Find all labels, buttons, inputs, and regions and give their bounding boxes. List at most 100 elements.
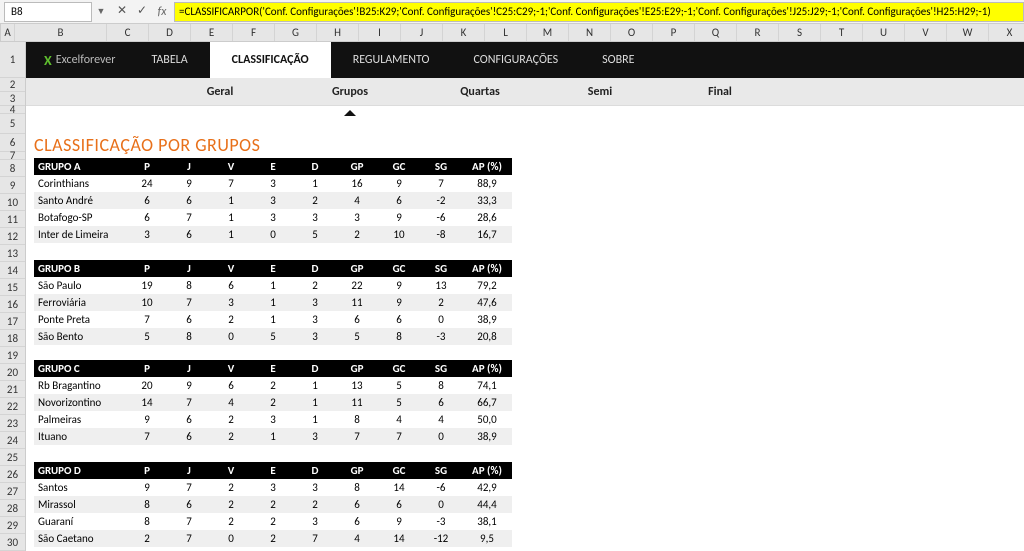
column-header[interactable]: P: [653, 24, 695, 41]
row-header[interactable]: 2: [0, 78, 25, 92]
nav-tab[interactable]: SOBRE: [580, 42, 656, 78]
column-header[interactable]: I: [359, 24, 401, 41]
row-header[interactable]: 9: [0, 177, 25, 194]
column-header[interactable]: T: [821, 24, 863, 41]
column-header[interactable]: J: [401, 24, 443, 41]
nav-tab[interactable]: REGULAMENTO: [331, 42, 452, 78]
column-header[interactable]: X: [989, 24, 1024, 41]
nav-tab[interactable]: TABELA: [129, 42, 209, 78]
formula-input[interactable]: =CLASSIFICARPOR('Conf. Configurações'!B2…: [174, 2, 1024, 22]
table-row: Ponte Preta7621366038,9: [34, 311, 512, 328]
row-header[interactable]: 28: [0, 500, 25, 517]
stat-cell: 4: [336, 530, 378, 547]
row-header[interactable]: 26: [0, 466, 25, 483]
column-header[interactable]: S: [779, 24, 821, 41]
nav-tab[interactable]: CLASSIFICAÇÃO: [210, 42, 331, 78]
sub-nav-item[interactable]: Quartas: [420, 78, 540, 106]
row-header[interactable]: 24: [0, 432, 25, 449]
row-header[interactable]: 15: [0, 279, 25, 296]
row-header[interactable]: 8: [0, 160, 25, 177]
stat-cell: 6: [378, 496, 420, 513]
column-header[interactable]: V: [905, 24, 947, 41]
stat-cell: 7: [294, 530, 336, 547]
column-header[interactable]: G: [275, 24, 317, 41]
stat-cell: 2: [210, 311, 252, 328]
row-header[interactable]: 17: [0, 313, 25, 330]
sub-nav-item[interactable]: Final: [660, 78, 780, 106]
stat-cell: 6: [336, 496, 378, 513]
sub-nav-item[interactable]: Grupos: [290, 78, 410, 106]
column-header[interactable]: C: [107, 24, 149, 41]
stat-header: AP (%): [462, 360, 512, 377]
column-header[interactable]: L: [485, 24, 527, 41]
row-header[interactable]: 18: [0, 330, 25, 347]
stat-cell: 6: [378, 192, 420, 209]
column-header[interactable]: M: [527, 24, 569, 41]
stat-cell: 6: [210, 277, 252, 294]
row-header[interactable]: 11: [0, 211, 25, 228]
row-header[interactable]: 14: [0, 262, 25, 279]
sub-nav-item[interactable]: Semi: [540, 78, 660, 106]
stat-header: GP: [336, 158, 378, 175]
stat-cell: 1: [294, 394, 336, 411]
nav-tab[interactable]: CONFIGURAÇÕES: [452, 42, 581, 78]
column-header[interactable]: Q: [695, 24, 737, 41]
row-header[interactable]: 30: [0, 534, 25, 551]
name-box-dropdown-icon[interactable]: ▼: [92, 6, 110, 17]
fx-icon[interactable]: fx: [152, 5, 172, 19]
stat-header: V: [210, 260, 252, 277]
column-header[interactable]: R: [737, 24, 779, 41]
name-box[interactable]: B8: [4, 2, 92, 22]
row-header[interactable]: 22: [0, 398, 25, 415]
stat-cell: 50,0: [462, 411, 512, 428]
column-header[interactable]: F: [233, 24, 275, 41]
row-header[interactable]: 21: [0, 381, 25, 398]
sub-nav-item[interactable]: Geral: [160, 78, 280, 106]
stat-cell: 3: [252, 411, 294, 428]
stat-cell: 8: [336, 411, 378, 428]
row-header[interactable]: 12: [0, 228, 25, 245]
row-header[interactable]: 16: [0, 296, 25, 313]
stat-cell: 2: [294, 496, 336, 513]
column-header[interactable]: K: [443, 24, 485, 41]
stat-cell: 0: [420, 428, 462, 445]
stat-cell: 79,2: [462, 277, 512, 294]
row-header[interactable]: 13: [0, 245, 25, 262]
stat-cell: 6: [378, 311, 420, 328]
row-header[interactable]: 1: [0, 42, 25, 78]
column-header[interactable]: W: [947, 24, 989, 41]
row-header[interactable]: 5: [0, 114, 25, 134]
stat-cell: 6: [168, 226, 210, 243]
cancel-formula-icon[interactable]: ✕: [112, 2, 132, 22]
row-header[interactable]: 10: [0, 194, 25, 211]
stat-header: V: [210, 360, 252, 377]
stat-cell: 5: [252, 328, 294, 345]
stat-cell: 7: [168, 394, 210, 411]
stat-cell: 5: [378, 377, 420, 394]
worksheet[interactable]: X Excelforever TABELACLASSIFICAÇÃOREGULA…: [26, 42, 1024, 551]
column-header[interactable]: B: [15, 24, 107, 41]
stat-cell: 6: [168, 192, 210, 209]
column-header[interactable]: U: [863, 24, 905, 41]
column-header[interactable]: O: [611, 24, 653, 41]
row-header[interactable]: 7: [0, 152, 25, 160]
row-header[interactable]: 25: [0, 449, 25, 466]
row-header[interactable]: 23: [0, 415, 25, 432]
column-header[interactable]: E: [191, 24, 233, 41]
column-header[interactable]: N: [569, 24, 611, 41]
stat-cell: 9: [378, 175, 420, 192]
row-header[interactable]: 19: [0, 347, 25, 364]
stat-header: GC: [378, 158, 420, 175]
accept-formula-icon[interactable]: ✓: [132, 2, 152, 22]
stat-cell: 4: [336, 192, 378, 209]
column-header[interactable]: D: [149, 24, 191, 41]
stat-header: AP (%): [462, 158, 512, 175]
column-header[interactable]: A: [1, 24, 15, 41]
group-table: GRUPO BPJVEDGPGCSGAP (%)São Paulo1986122…: [34, 260, 512, 345]
stat-cell: 8: [168, 277, 210, 294]
row-header[interactable]: 20: [0, 364, 25, 381]
row-header[interactable]: 29: [0, 517, 25, 534]
row-header[interactable]: 4: [0, 106, 25, 114]
row-header[interactable]: 27: [0, 483, 25, 500]
column-header[interactable]: H: [317, 24, 359, 41]
